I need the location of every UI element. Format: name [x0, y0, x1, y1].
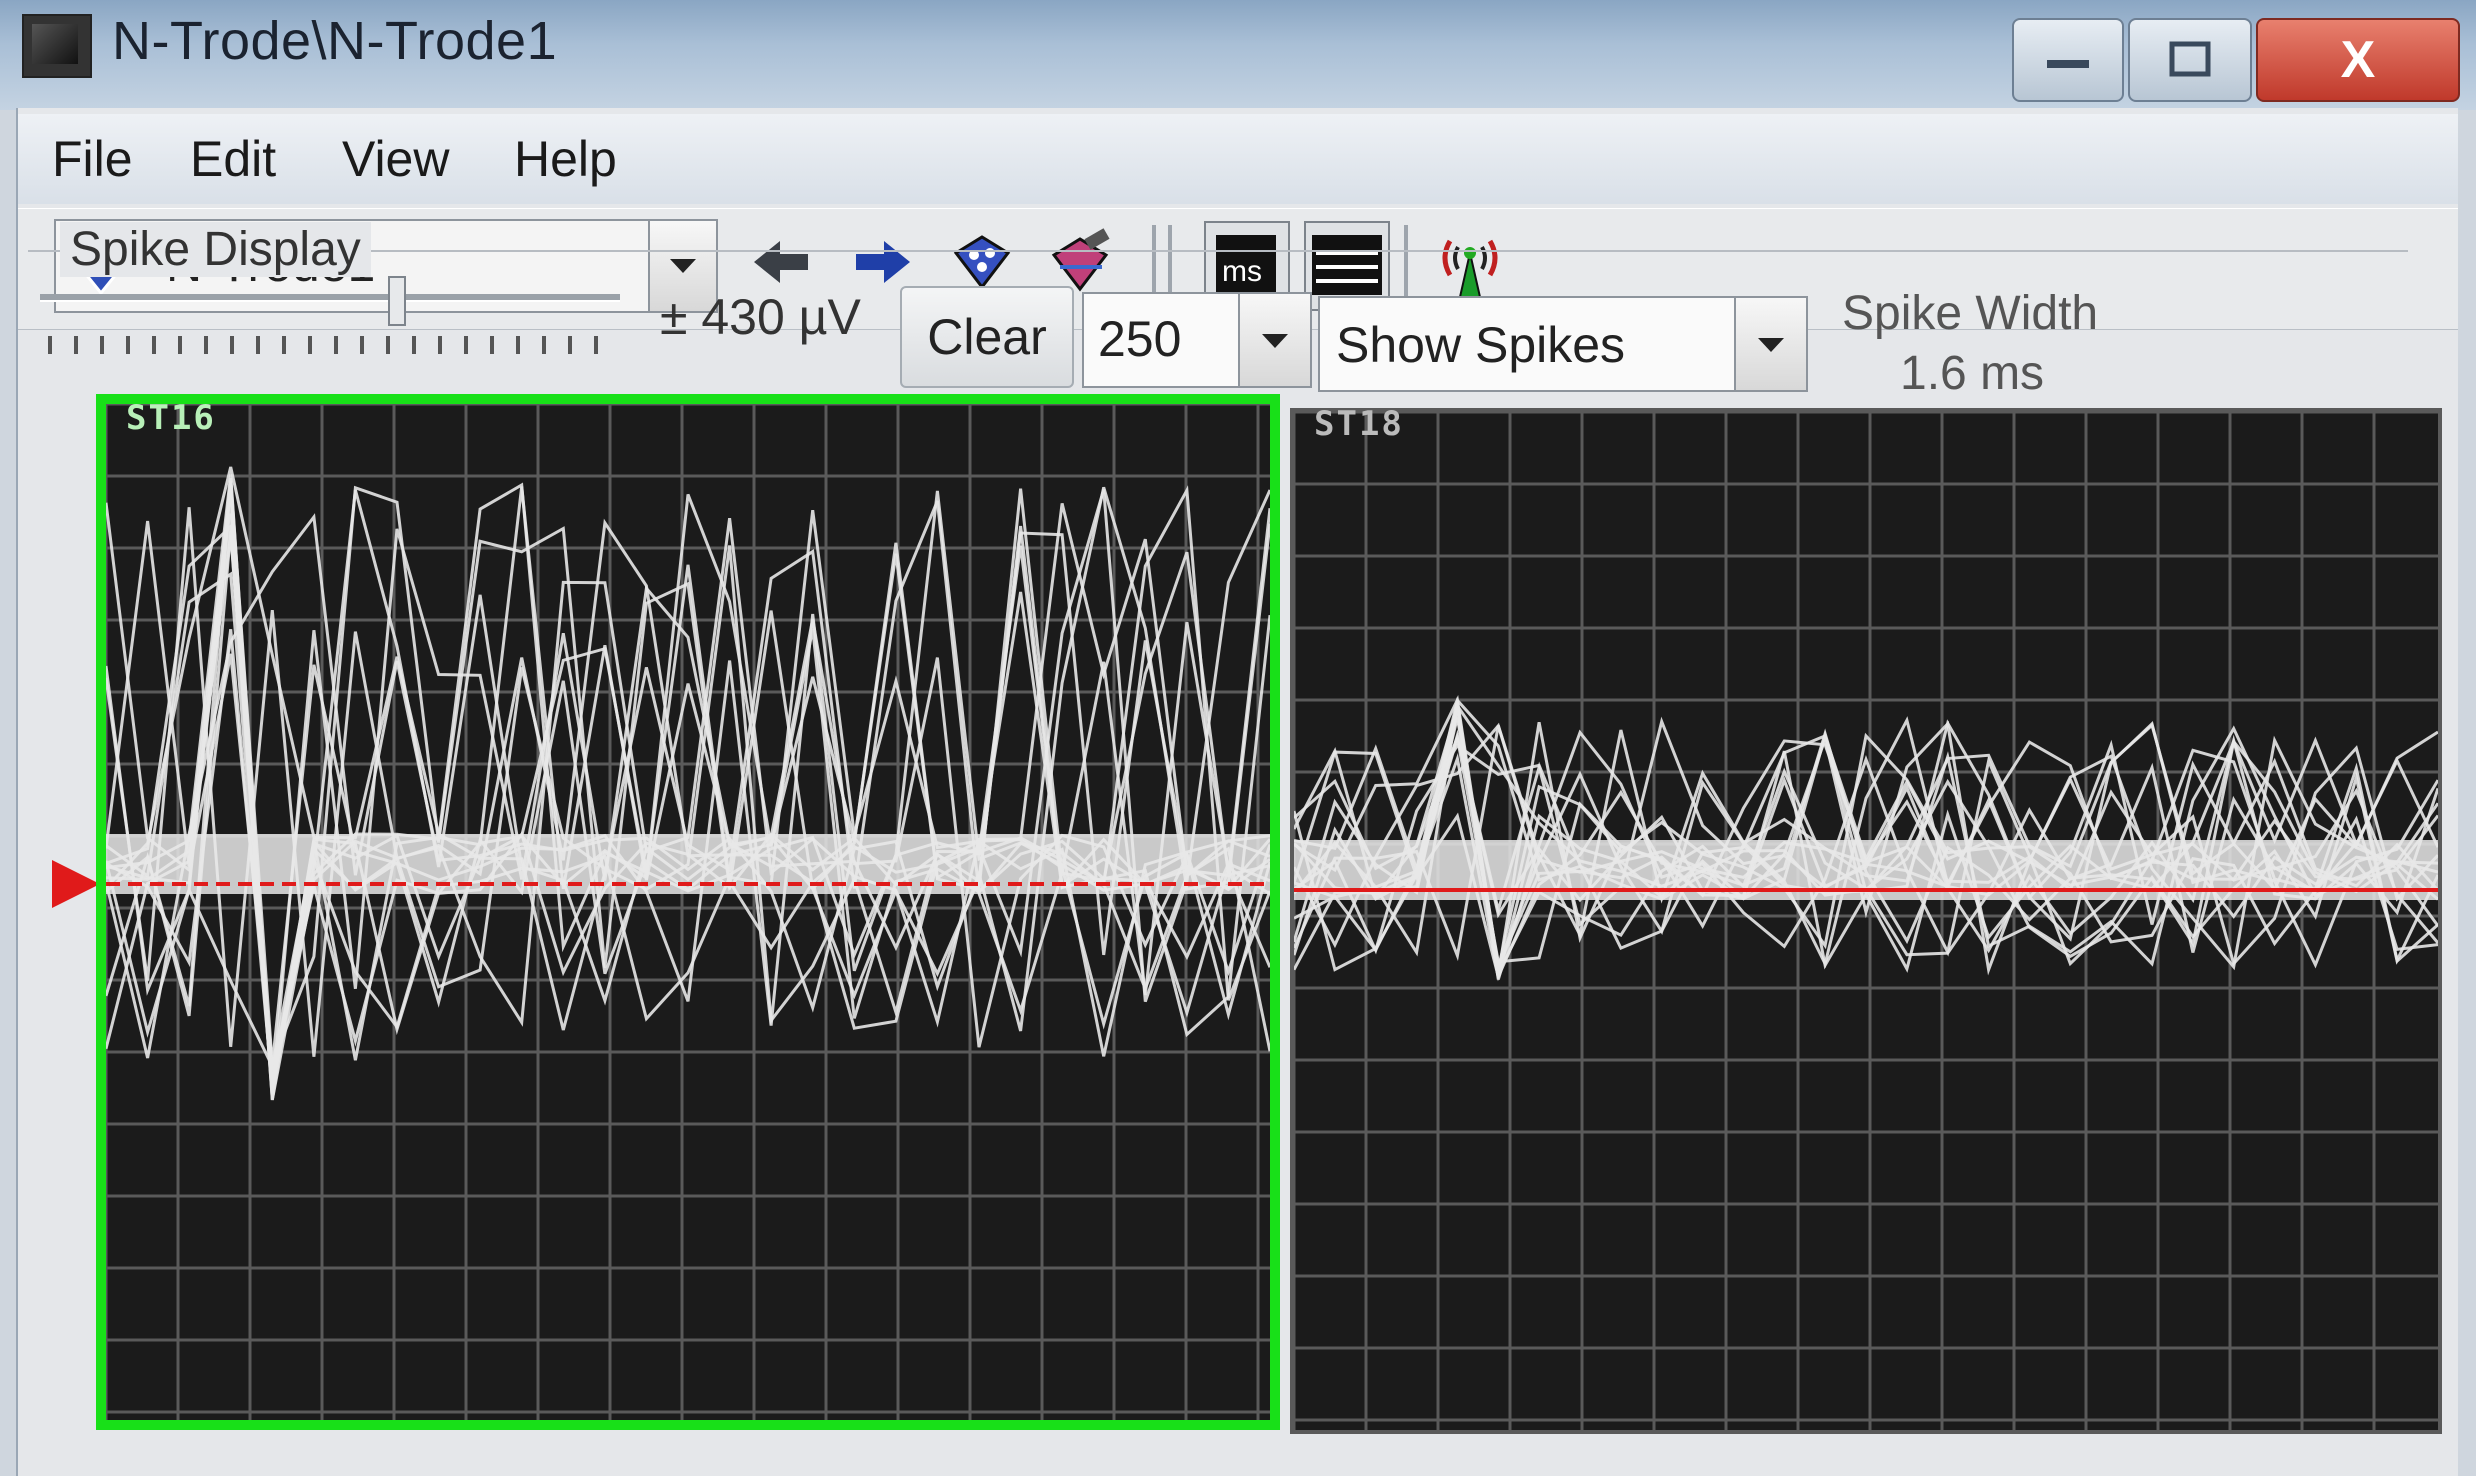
menu-edit[interactable]: Edit	[190, 130, 276, 188]
ms-icon-label: ms	[1222, 255, 1262, 288]
display-mode-value: Show Spikes	[1336, 317, 1626, 373]
panel-label: ST18	[1314, 404, 1404, 444]
display-mode-select[interactable]: Show Spikes	[1318, 296, 1808, 392]
back-arrow-icon[interactable]	[746, 227, 816, 297]
spike-panel-st18[interactable]: ST18	[1290, 404, 2442, 1434]
range-label: ± 430 µV	[660, 289, 861, 345]
minimize-icon	[2047, 60, 2089, 68]
maximize-icon	[2169, 41, 2211, 77]
spike-waveform-plot	[1294, 412, 2438, 1430]
range-slider-thumb[interactable]	[388, 276, 406, 326]
title-bar: N-Trode\N-Trode1 X	[0, 0, 2476, 110]
spike-panel-st16[interactable]: ST16	[96, 394, 1280, 1430]
group-frame-line	[28, 250, 2408, 252]
menu-file[interactable]: File	[52, 130, 133, 188]
window-title: N-Trode\N-Trode1	[112, 11, 558, 71]
minimize-button[interactable]	[2012, 18, 2124, 102]
spike-count-select[interactable]: 250	[1082, 292, 1312, 388]
spike-width-value: 1.6 ms	[1900, 347, 2045, 400]
chevron-down-icon[interactable]	[1238, 294, 1310, 386]
spike-count-value: 250	[1098, 311, 1182, 367]
app-icon[interactable]	[22, 14, 92, 78]
menu-help[interactable]: Help	[514, 130, 617, 188]
maximize-button[interactable]	[2128, 18, 2252, 102]
range-slider-track[interactable]	[40, 294, 620, 302]
spike-trace	[106, 466, 1270, 1031]
spike-display-group-label: Spike Display	[60, 222, 371, 277]
range-slider-ticks	[48, 336, 618, 354]
clear-button[interactable]: Clear	[900, 286, 1074, 388]
menu-view[interactable]: View	[342, 130, 449, 188]
menu-bar: File Edit View Help	[18, 114, 2458, 204]
panel-label: ST16	[126, 398, 216, 438]
threshold-marker-icon[interactable]	[52, 860, 100, 908]
close-icon: X	[2340, 31, 2376, 89]
close-button[interactable]: X	[2256, 18, 2460, 102]
spike-waveform-plot	[106, 404, 1270, 1420]
chevron-down-icon[interactable]	[1734, 298, 1806, 390]
spike-width-label: Spike Width	[1842, 287, 2099, 340]
antenna-icon[interactable]	[1430, 223, 1510, 303]
